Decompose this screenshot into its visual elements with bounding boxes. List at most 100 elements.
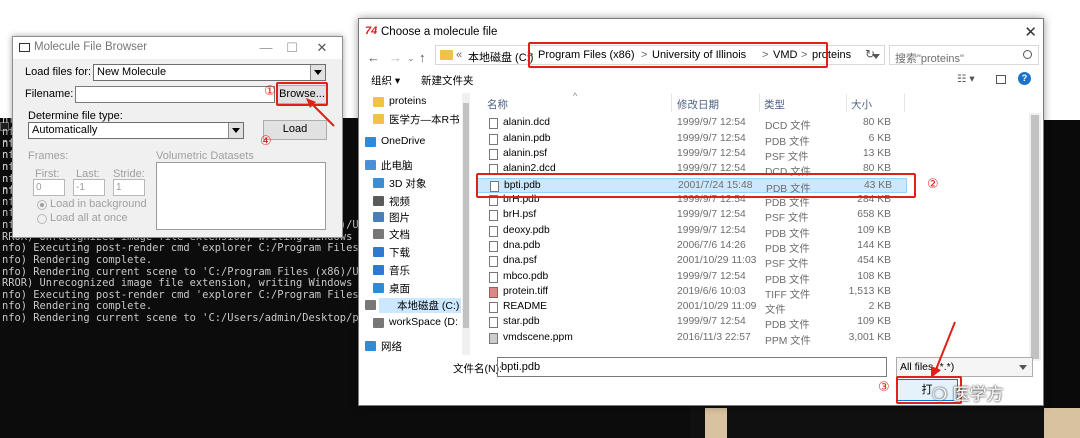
breadcrumb-drive[interactable]: 本地磁盘 (C:) (468, 49, 533, 65)
file-name: protein.tiff (503, 286, 549, 297)
file-type: PDB 文件 (765, 229, 810, 240)
background-wood (1044, 408, 1080, 438)
minimize-icon[interactable]: — (253, 39, 279, 57)
file-row[interactable]: alanin.pdb 1999/9/7 12:54 PDB 文件 6 KB (477, 132, 907, 148)
nav-item-label[interactable]: 文档 (389, 227, 410, 242)
file-highlight (476, 173, 916, 198)
file-row[interactable]: dna.pdb 2006/7/6 14:26 PDB 文件 144 KB (477, 239, 907, 255)
file-icon (489, 272, 498, 283)
molecule-file-browser-window: Molecule File Browser — ☐ ✕ Load files f… (12, 36, 343, 238)
nav-item-label[interactable]: 桌面 (389, 281, 410, 296)
nav-item-label[interactable]: 此电脑 (381, 158, 413, 173)
file-row[interactable]: brH.psf 1999/9/7 12:54 PSF 文件 658 KB (477, 208, 907, 224)
scrollbar-thumb[interactable] (1031, 115, 1039, 359)
file-icon (489, 149, 498, 160)
drive-icon (373, 318, 384, 328)
scrollbar-thumb[interactable] (463, 103, 469, 328)
nav-item-label[interactable]: OneDrive (381, 135, 425, 147)
nav-scrollbar[interactable] (462, 93, 470, 355)
file-type: PSF 文件 (765, 152, 809, 163)
file-date: 1999/9/7 12:54 (677, 117, 746, 128)
close-icon[interactable]: ✕ (1024, 23, 1037, 41)
file-date: 2019/6/6 10:03 (677, 286, 746, 297)
filename-input[interactable] (75, 86, 275, 103)
refresh-icon[interactable]: ↻ (865, 47, 875, 61)
column-name[interactable]: 名称 (487, 97, 508, 112)
file-row[interactable]: protein.tiff 2019/6/6 10:03 TIFF 文件 1,513 K… (477, 285, 907, 301)
file-name: vmdscene.ppm (503, 332, 573, 343)
file-icon (489, 333, 498, 344)
file-name: mbco.pdb (503, 271, 549, 282)
nav-item-label[interactable]: 网络 (381, 339, 402, 354)
file-type: TIFF 文件 (765, 290, 811, 301)
file-row[interactable]: dna.psf 2001/10/29 11:03 PSF 文件 454 KB (477, 254, 907, 270)
close-icon[interactable]: ✕ (309, 39, 335, 57)
mfb-titlebar[interactable]: Molecule File Browser — ☐ ✕ (13, 37, 342, 59)
background-dark-area (690, 405, 1080, 438)
list-scrollbar[interactable] (1029, 113, 1041, 361)
chevron-down-icon (1019, 365, 1027, 370)
nav-item-label[interactable]: 下载 (389, 245, 410, 260)
load-all-radio[interactable] (37, 214, 47, 224)
column-date[interactable]: 修改日期 (677, 97, 719, 112)
column-size[interactable]: 大小 (851, 97, 872, 112)
file-size: 13 KB (862, 148, 891, 159)
view-icon[interactable]: ☷ ▾ (957, 73, 975, 85)
column-divider[interactable] (671, 94, 672, 112)
nav-item-label[interactable]: 3D 对象 (389, 176, 426, 191)
forward-icon[interactable]: → (389, 50, 402, 65)
volumetric-list[interactable] (156, 162, 326, 230)
annotation-4: ④ (260, 134, 272, 149)
nav-item-label[interactable]: workSpace (D: (389, 316, 458, 328)
nav-item-label[interactable]: 图片 (389, 210, 410, 225)
file-date: 2006/7/6 14:26 (677, 240, 746, 251)
preview-pane-icon[interactable] (996, 75, 1006, 84)
help-icon[interactable]: ? (1018, 72, 1031, 85)
file-row[interactable]: README 2001/10/29 11:09 文件 2 KB (477, 300, 907, 316)
cube-icon (373, 178, 384, 188)
column-divider[interactable] (759, 94, 760, 112)
file-row[interactable]: mbco.pdb 1999/9/7 12:54 PDB 文件 108 KB (477, 270, 907, 286)
stride-input[interactable]: 1 (113, 179, 145, 196)
breadcrumb-overflow[interactable]: « (456, 49, 462, 61)
file-row[interactable]: alanin.dcd 1999/9/7 12:54 DCD 文件 80 KB (477, 116, 907, 132)
search-input[interactable]: 搜索"proteins" (889, 45, 1039, 65)
file-row[interactable]: deoxy.pdb 1999/9/7 12:54 PDB 文件 109 KB (477, 224, 907, 240)
arrow-annotation (306, 98, 335, 127)
file-date: 1999/9/7 12:54 (677, 133, 746, 144)
file-row[interactable]: vmdscene.ppm 2016/11/3 22:57 PPM 文件 3,001 K… (477, 331, 907, 347)
back-icon[interactable]: ← (367, 50, 380, 65)
file-icon (489, 226, 498, 237)
file-size: 144 KB (857, 240, 891, 251)
maximize-icon[interactable]: ☐ (279, 39, 305, 57)
organize-menu[interactable]: 组织 ▾ (371, 73, 400, 88)
load-background-radio[interactable] (37, 200, 47, 210)
file-icon (489, 210, 498, 221)
up-icon[interactable]: ↑ (419, 50, 426, 65)
nav-item-label[interactable]: 本地磁盘 (C:) (379, 298, 461, 313)
file-type: PDB 文件 (765, 320, 810, 331)
column-type[interactable]: 类型 (764, 97, 785, 112)
file-row[interactable]: star.pdb 1999/9/7 12:54 PDB 文件 109 KB (477, 315, 907, 331)
filetype-select[interactable]: All files (*.*) (896, 357, 1033, 377)
new-folder-button[interactable]: 新建文件夹 (421, 73, 474, 88)
music-icon (373, 265, 384, 275)
column-divider[interactable] (846, 94, 847, 112)
nav-item-label[interactable]: 音乐 (389, 263, 410, 278)
nav-item-label[interactable]: 视频 (389, 194, 410, 209)
column-divider[interactable] (904, 94, 905, 112)
first-frame-input[interactable]: 0 (33, 179, 65, 196)
file-icon (489, 134, 498, 145)
filetype-select[interactable]: Automatically (28, 122, 244, 139)
chevron-down-icon[interactable]: ⌄ (407, 53, 415, 64)
mfb-title: Molecule File Browser (34, 41, 148, 53)
file-name: dna.psf (503, 255, 537, 266)
last-frame-input[interactable]: -1 (73, 179, 105, 196)
file-row[interactable]: alanin.psf 1999/9/7 12:54 PSF 文件 13 KB (477, 147, 907, 163)
filename-input[interactable]: bpti.pdb (497, 357, 887, 377)
load-for-select[interactable]: New Molecule (93, 64, 326, 81)
nav-item-label[interactable]: proteins (389, 95, 426, 107)
chevron-down-icon (310, 65, 325, 80)
nav-item-label[interactable]: 医学方—本R书 (389, 112, 460, 127)
drive-icon (365, 300, 376, 310)
